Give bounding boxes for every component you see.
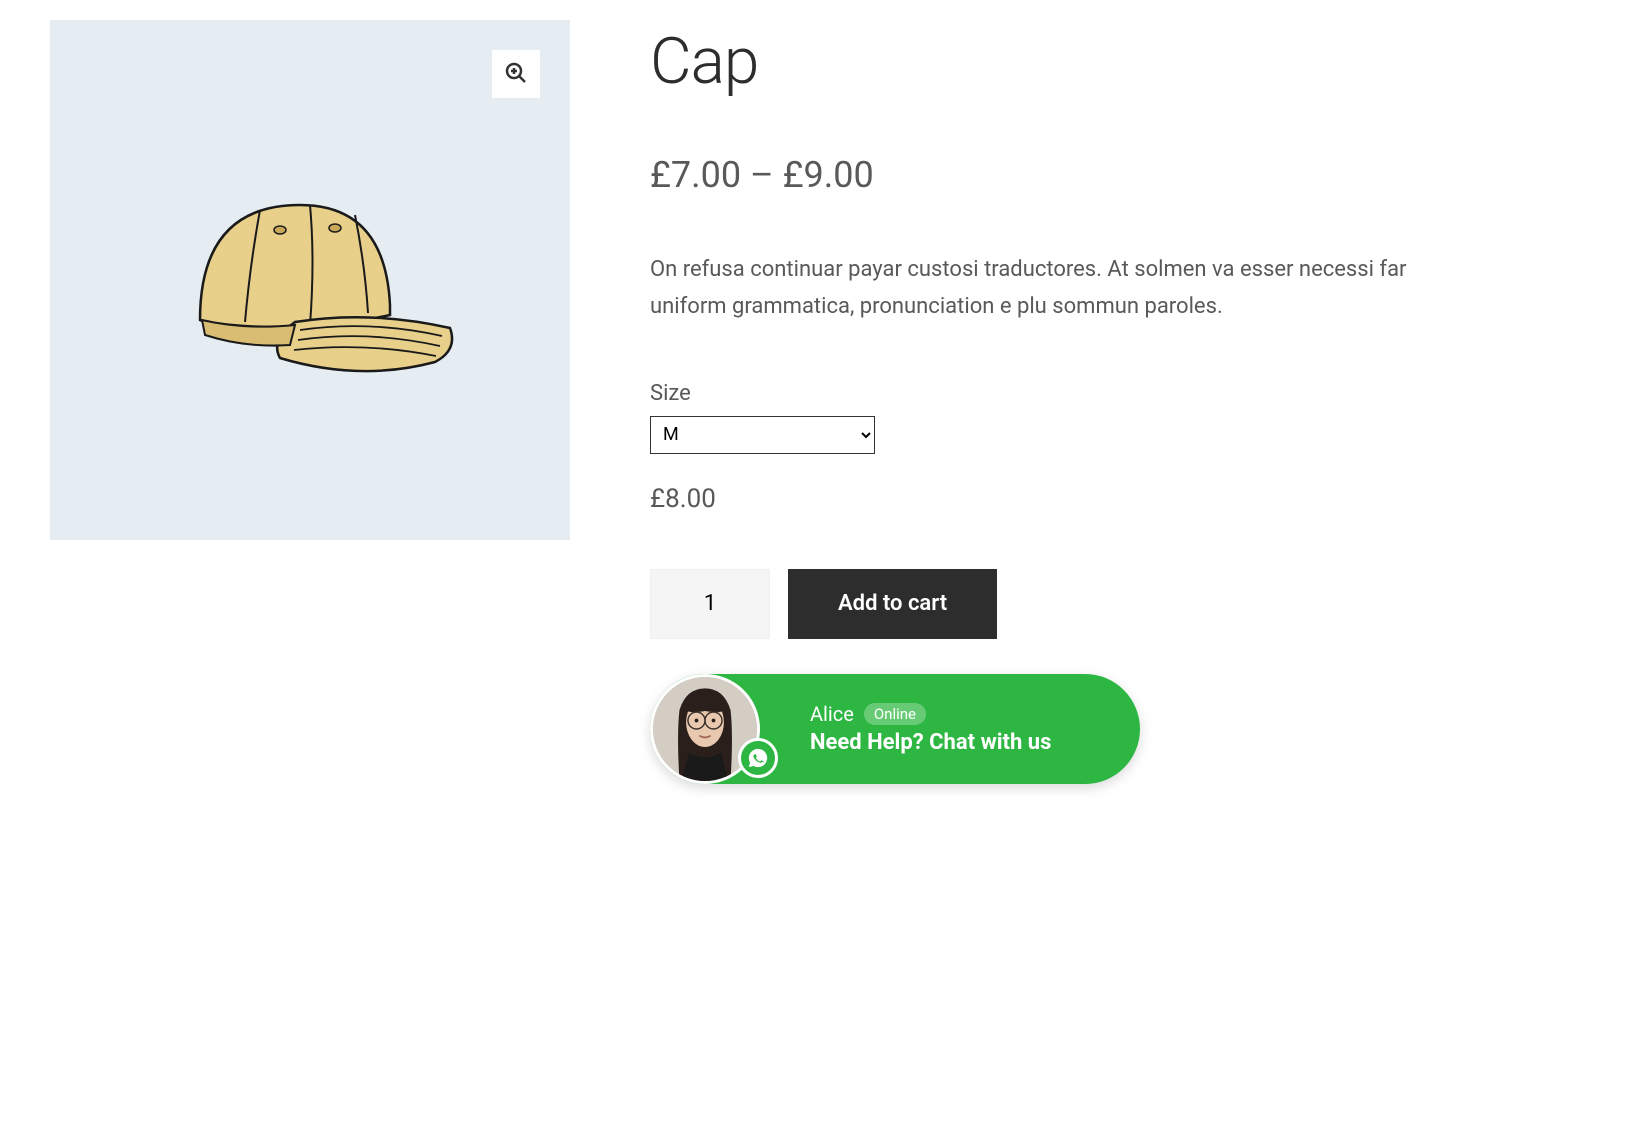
size-label: Size [650, 381, 1450, 406]
chat-agent-name: Alice [810, 702, 854, 726]
size-select[interactable]: M [650, 416, 875, 454]
chat-prompt-text: Need Help? Chat with us [810, 730, 1051, 755]
product-title: Cap [650, 24, 1450, 99]
price-range: £7.00 – £9.00 [650, 154, 1450, 196]
magnify-plus-icon [504, 61, 528, 88]
online-status-badge: Online [864, 703, 926, 725]
product-image[interactable] [50, 20, 570, 540]
product-description: On refusa continuar payar custosi traduc… [650, 251, 1450, 326]
variant-price: £8.00 [650, 484, 1450, 514]
add-to-cart-button[interactable]: Add to cart [788, 569, 997, 639]
zoom-button[interactable] [492, 50, 540, 98]
whatsapp-icon [738, 738, 778, 778]
product-image-container [50, 20, 570, 540]
quantity-input[interactable] [650, 569, 770, 639]
chat-widget[interactable]: Alice Online Need Help? Chat with us [650, 674, 1140, 784]
